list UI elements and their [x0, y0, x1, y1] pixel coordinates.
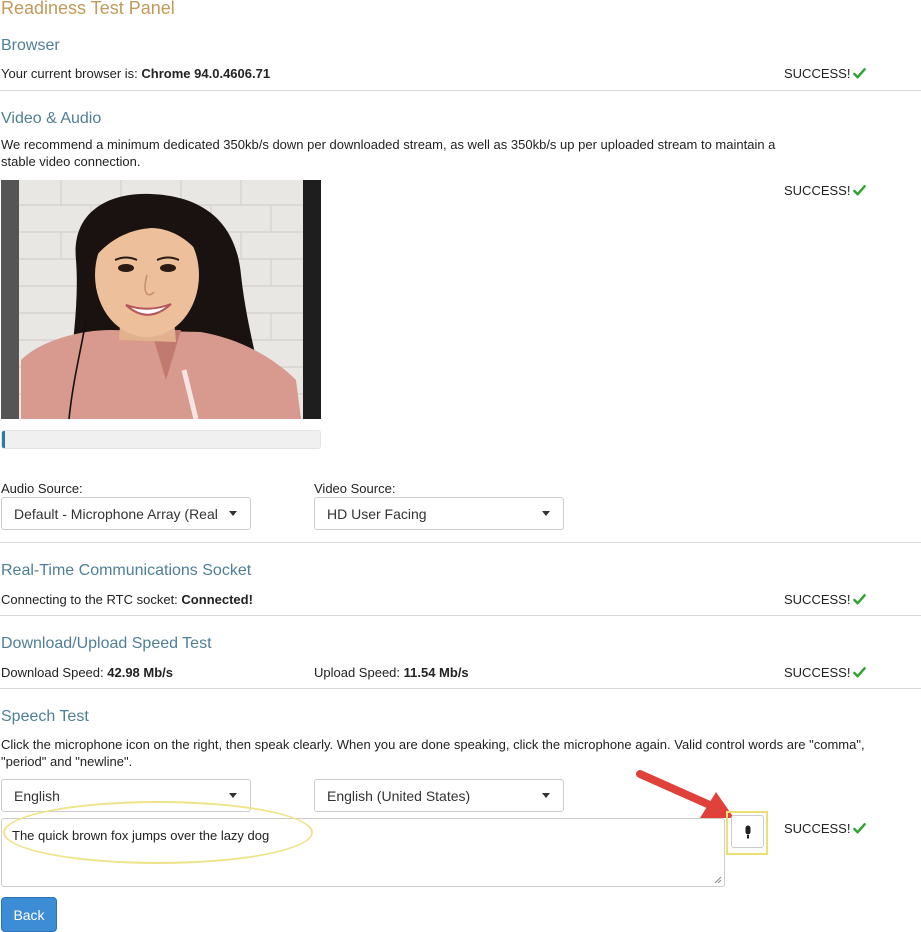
divider [0, 615, 921, 616]
audio-source-label: Audio Source: [1, 481, 83, 496]
speed-section-title: Download/Upload Speed Test [1, 635, 212, 652]
highlight-ellipse [3, 801, 313, 864]
browser-status: SUCCESS! [784, 66, 867, 81]
webcam-preview [1, 180, 321, 419]
video-audio-status: SUCCESS! [784, 183, 867, 198]
resize-handle-icon[interactable] [714, 876, 722, 884]
video-source-label: Video Source: [314, 481, 396, 496]
webcam-feed-image [1, 180, 321, 419]
status-text: SUCCESS! [784, 183, 851, 198]
speech-dialect-select[interactable]: English (United States) [314, 779, 564, 812]
browser-info: Your current browser is: Chrome 94.0.460… [1, 66, 270, 81]
rtc-section-title: Real-Time Communications Socket [1, 562, 252, 579]
check-icon [853, 68, 867, 79]
panel-title: Readiness Test Panel [1, 0, 175, 18]
download-label: Download Speed: [1, 665, 108, 680]
status-text: SUCCESS! [784, 665, 851, 680]
upload-value: 11.54 Mb/s [403, 665, 469, 680]
divider [0, 90, 921, 91]
check-icon [853, 823, 867, 834]
audio-level-meter [1, 430, 321, 449]
check-icon [853, 185, 867, 196]
audio-source-value: Default - Microphone Array (Real [14, 505, 218, 522]
chevron-down-icon [542, 511, 550, 516]
rtc-status: SUCCESS! [784, 592, 867, 607]
speech-section-title: Speech Test [1, 708, 89, 725]
rtc-info: Connecting to the RTC socket: Connected! [1, 592, 253, 607]
download-speed: Download Speed: 42.98 Mb/s [1, 665, 173, 680]
browser-value: Chrome 94.0.4606.71 [141, 66, 271, 81]
microphone-button[interactable] [731, 815, 764, 848]
rtc-value: Connected! [181, 592, 253, 607]
video-source-select[interactable]: HD User Facing [314, 497, 564, 530]
speech-dialect-value: English (United States) [327, 787, 471, 804]
upload-label: Upload Speed: [314, 665, 404, 680]
download-value: 42.98 Mb/s [107, 665, 174, 680]
speech-description: Click the microphone icon on the right, … [1, 737, 865, 769]
rtc-label: Connecting to the RTC socket: [1, 592, 182, 607]
audio-source-select[interactable]: Default - Microphone Array (Real [1, 497, 251, 530]
divider [0, 688, 921, 689]
browser-label: Your current browser is: [1, 66, 142, 81]
status-text: SUCCESS! [784, 66, 851, 81]
speed-status: SUCCESS! [784, 665, 867, 680]
video-audio-section-title: Video & Audio [1, 110, 102, 127]
speech-status: SUCCESS! [784, 821, 867, 836]
upload-speed: Upload Speed: 11.54 Mb/s [314, 665, 469, 680]
browser-section-title: Browser [1, 37, 60, 54]
status-text: SUCCESS! [784, 592, 851, 607]
chevron-down-icon [542, 793, 550, 798]
video-source-value: HD User Facing [327, 505, 427, 522]
status-text: SUCCESS! [784, 821, 851, 836]
microphone-icon [745, 825, 750, 838]
video-audio-description: We recommend a minimum dedicated 350kb/s… [1, 137, 776, 169]
audio-level-fill [2, 431, 6, 448]
divider [0, 542, 921, 543]
back-button[interactable]: Back [1, 897, 57, 932]
check-icon [853, 594, 867, 605]
check-icon [853, 667, 867, 678]
chevron-down-icon [229, 511, 237, 516]
chevron-down-icon [229, 793, 237, 798]
